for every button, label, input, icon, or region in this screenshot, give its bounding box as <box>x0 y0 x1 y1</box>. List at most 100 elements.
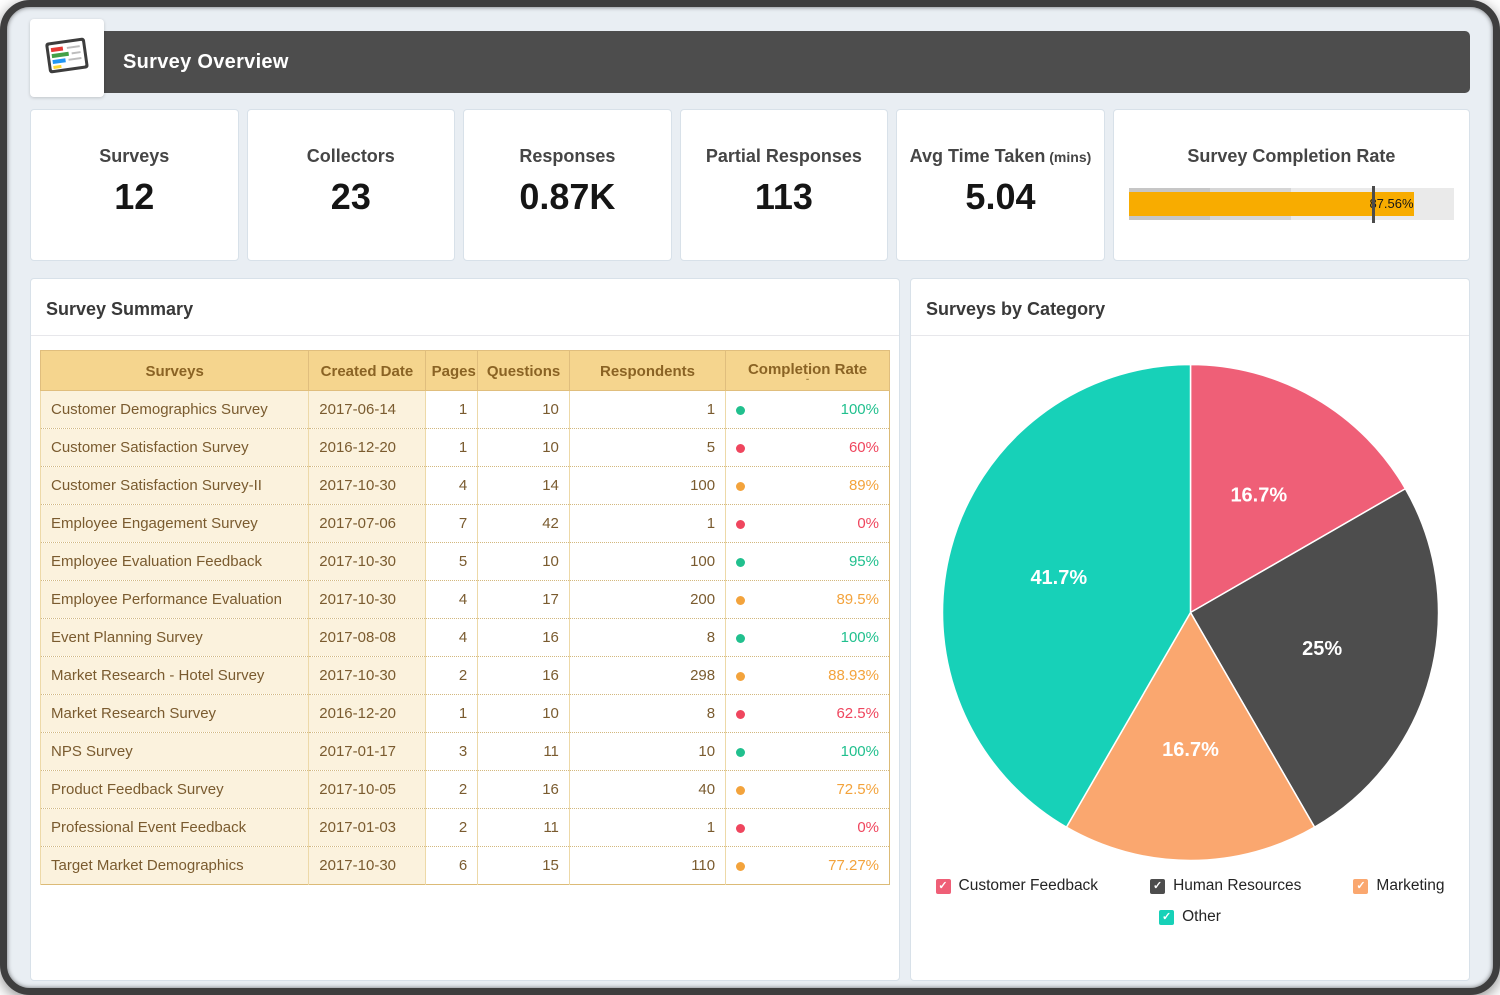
survey-report-icon <box>41 33 93 84</box>
completion-rate-value: 72.5% <box>836 781 879 798</box>
cell-completion-rate: 100% <box>726 733 890 771</box>
legend-checkbox-customer-feedback[interactable]: ✓ <box>936 879 951 894</box>
cell-survey-name: Professional Event Feedback <box>41 809 309 847</box>
pie-slice-label: 25% <box>1302 638 1342 660</box>
cell-questions: 16 <box>478 657 570 695</box>
column-header-completion-rate[interactable]: Completion Rate- <box>726 351 890 391</box>
table-row: Customer Demographics Survey2017-06-141 1… <box>41 391 890 429</box>
legend-item-customer-feedback[interactable]: ✓Customer Feedback <box>936 877 1099 895</box>
legend-checkbox-human-resources[interactable]: ✓ <box>1150 879 1165 894</box>
status-dot-orange <box>736 862 745 871</box>
cell-respondents: 8 <box>569 695 725 733</box>
surveys-by-category-panel: Surveys by Category 16.7%25%16.7%41.7% ✓… <box>910 278 1470 981</box>
status-dot-orange <box>736 596 745 605</box>
legend-checkbox-other[interactable]: ✓ <box>1159 910 1174 925</box>
table-row: Event Planning Survey2017-08-084168100% <box>41 619 890 657</box>
cell-created-date: 2017-01-03 <box>309 809 425 847</box>
cell-created-date: 2017-10-30 <box>309 543 425 581</box>
kpi-value-partial-responses: 113 <box>681 176 888 218</box>
kpi-row: Surveys12Collectors23Responses0.87KParti… <box>30 109 1470 261</box>
kpi-card-partial-responses: Partial Responses 113 <box>680 109 889 261</box>
completion-rate-value: 77.27% <box>828 857 879 874</box>
completion-rate-value: 89.5% <box>836 591 879 608</box>
kpi-label-collectors: Collectors <box>248 146 455 167</box>
pie-legend: ✓Customer Feedback✓Human Resources✓Marke… <box>911 877 1469 926</box>
cell-questions: 11 <box>478 733 570 771</box>
cell-completion-rate: 95% <box>726 543 890 581</box>
completion-rate-value: 100% <box>841 401 879 418</box>
table-row: Product Feedback Survey2017-10-052164072… <box>41 771 890 809</box>
table-row: Employee Evaluation Feedback2017-10-3051… <box>41 543 890 581</box>
cell-survey-name: Employee Evaluation Feedback <box>41 543 309 581</box>
survey-summary-panel: Survey Summary SurveysCreated DatePagesQ… <box>30 278 900 981</box>
survey-summary-title: Survey Summary <box>31 279 899 335</box>
cell-survey-name: Event Planning Survey <box>41 619 309 657</box>
cell-created-date: 2017-10-05 <box>309 771 425 809</box>
status-dot-orange <box>736 482 745 491</box>
column-header-created-date[interactable]: Created Date <box>309 351 425 391</box>
cell-created-date: 2016-12-20 <box>309 429 425 467</box>
column-header-pages[interactable]: Pages <box>425 351 478 391</box>
cell-respondents: 40 <box>569 771 725 809</box>
kpi-label-partial-responses: Partial Responses <box>681 146 888 167</box>
category-pie-chart: 16.7%25%16.7%41.7% <box>938 360 1443 865</box>
survey-summary-table: SurveysCreated DatePagesQuestionsRespond… <box>40 350 890 885</box>
legend-item-marketing[interactable]: ✓ Marketing <box>1353 877 1444 895</box>
completion-rate-value: 0% <box>857 819 879 836</box>
cell-created-date: 2017-06-14 <box>309 391 425 429</box>
cell-survey-name: Employee Performance Evaluation <box>41 581 309 619</box>
cell-survey-name: Customer Satisfaction Survey-II <box>41 467 309 505</box>
pie-slice-label: 16.7% <box>1162 739 1219 761</box>
cell-respondents: 8 <box>569 619 725 657</box>
table-row: Target Market Demographics2017-10-306151… <box>41 847 890 885</box>
cell-created-date: 2017-01-17 <box>309 733 425 771</box>
status-dot-red <box>736 520 745 529</box>
status-dot-orange <box>736 672 745 681</box>
dashboard-header: Survey Overview <box>30 12 1470 97</box>
cell-pages: 2 <box>425 809 478 847</box>
cell-respondents: 100 <box>569 543 725 581</box>
cell-completion-rate: 88.93% <box>726 657 890 695</box>
legend-item-other[interactable]: ✓Other <box>1159 908 1221 926</box>
completion-rate-value: 100% <box>841 743 879 760</box>
completion-rate-value: 88.93% <box>828 667 879 684</box>
header-icon-tile <box>30 19 104 97</box>
dashboard-window: Survey Overview Surveys12Collectors23Res… <box>0 0 1500 995</box>
kpi-card-responses: Responses0.87K <box>463 109 672 261</box>
legend-item-human-resources[interactable]: ✓Human Resources <box>1150 877 1301 895</box>
kpi-label-suffix: (mins) <box>1045 149 1091 165</box>
cell-respondents: 1 <box>569 505 725 543</box>
cell-pages: 1 <box>425 695 478 733</box>
column-header-respondents[interactable]: Respondents <box>569 351 725 391</box>
cell-completion-rate: 100% <box>726 619 890 657</box>
legend-row: ✓Other <box>911 908 1469 926</box>
table-row: NPS Survey2017-01-1731110100% <box>41 733 890 771</box>
cell-pages: 1 <box>425 391 478 429</box>
cell-respondents: 1 <box>569 809 725 847</box>
legend-label: Marketing <box>1376 877 1444 895</box>
cell-survey-name: Market Research Survey <box>41 695 309 733</box>
table-row: Professional Event Feedback2017-01-03211… <box>41 809 890 847</box>
table-header-row: SurveysCreated DatePagesQuestionsRespond… <box>41 351 890 391</box>
kpi-label-responses: Responses <box>464 146 671 167</box>
kpi-value-collectors: 23 <box>248 176 455 218</box>
cell-completion-rate: 72.5% <box>726 771 890 809</box>
legend-checkbox-marketing[interactable]: ✓ <box>1353 879 1368 894</box>
status-dot-green <box>736 406 745 415</box>
status-dot-green <box>736 634 745 643</box>
cell-questions: 16 <box>478 771 570 809</box>
column-header-surveys[interactable]: Surveys <box>41 351 309 391</box>
cell-completion-rate: 100% <box>726 391 890 429</box>
cell-survey-name: Target Market Demographics <box>41 847 309 885</box>
cell-respondents: 298 <box>569 657 725 695</box>
table-row: Customer Satisfaction Survey-II2017-10-3… <box>41 467 890 505</box>
cell-survey-name: Customer Demographics Survey <box>41 391 309 429</box>
table-row: Market Research Survey2016-12-20110862.5… <box>41 695 890 733</box>
completion-rate-value: 95% <box>849 553 879 570</box>
completion-rate-value: 62.5% <box>836 705 879 722</box>
column-header-questions[interactable]: Questions <box>478 351 570 391</box>
panel-divider <box>911 335 1469 336</box>
status-dot-orange <box>736 786 745 795</box>
cell-created-date: 2017-10-30 <box>309 847 425 885</box>
cell-completion-rate: 60% <box>726 429 890 467</box>
